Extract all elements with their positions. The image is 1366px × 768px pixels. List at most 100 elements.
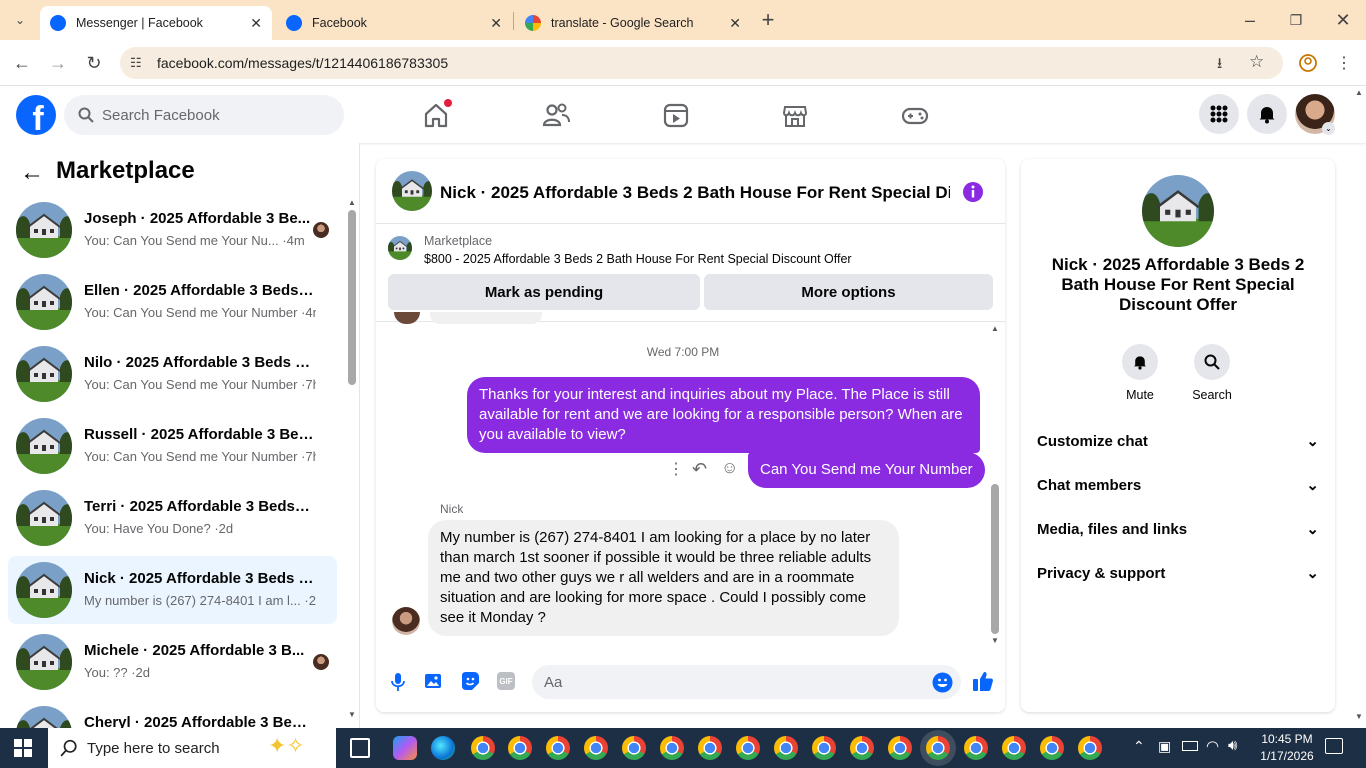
scroll-down-icon[interactable]: ▼	[991, 636, 999, 645]
chrome-icon[interactable]	[850, 736, 874, 760]
conversation-item[interactable]: Ellen · 2025 Affordable 3 Beds 2 ... You:…	[8, 268, 337, 336]
conversation-item[interactable]: Nick · 2025 Affordable 3 Beds 2 ... My nu…	[8, 556, 337, 624]
show-hidden-icons[interactable]: ⌃	[1133, 738, 1145, 755]
friends-icon[interactable]	[539, 98, 573, 132]
taskbar-search-box[interactable]: Type here to search ✦✧	[48, 728, 336, 768]
conversation-item[interactable]: Terri · 2025 Affordable 3 Beds 2 ... You:…	[8, 484, 337, 552]
search-circle[interactable]	[1194, 344, 1230, 380]
notification-center-icon[interactable]	[1325, 738, 1343, 754]
clock[interactable]: 10:45 PM 1/17/2026	[1256, 731, 1318, 765]
customize-chat-row[interactable]: Customize chat ⌄	[1037, 419, 1319, 463]
menu-grid-button[interactable]	[1199, 94, 1239, 134]
chrome-icon[interactable]	[660, 736, 684, 760]
mute-button[interactable]: Mute	[1120, 344, 1160, 402]
react-icon[interactable]: ☺	[721, 458, 738, 478]
chrome-icon[interactable]	[546, 736, 570, 760]
page-scrollbar[interactable]: ▲ ▼	[1352, 88, 1366, 728]
sticker-icon[interactable]	[460, 671, 480, 691]
bookmark-star-icon[interactable]: ☆	[1249, 52, 1264, 72]
new-tab-icon[interactable]: +	[756, 7, 780, 32]
scroll-up-icon[interactable]: ▲	[1355, 88, 1363, 97]
scroll-up-icon[interactable]: ▲	[348, 198, 356, 207]
emoji-icon[interactable]	[932, 672, 953, 693]
listing-thumbnail[interactable]	[388, 236, 412, 260]
video-icon[interactable]	[659, 98, 693, 132]
tab-google[interactable]: translate - Google Search ✕	[515, 6, 751, 40]
sender-avatar[interactable]	[392, 607, 420, 635]
volume-icon[interactable]: 🔊︎	[1228, 737, 1237, 754]
scroll-up-icon[interactable]: ▲	[991, 324, 999, 333]
profile-icon[interactable]	[1296, 51, 1320, 75]
url-text[interactable]: facebook.com/messages/t/1214406186783305	[157, 55, 448, 71]
chrome-icon[interactable]	[888, 736, 912, 760]
chat-scrollbar[interactable]: ▲ ▼	[989, 322, 1001, 649]
chrome-icon[interactable]	[964, 736, 988, 760]
chrome-icon[interactable]	[622, 736, 646, 760]
chrome-icon[interactable]	[471, 736, 495, 760]
tab-facebook[interactable]: Facebook ✕	[276, 6, 512, 40]
chrome-icon[interactable]	[736, 736, 760, 760]
conversation-scrollbar[interactable]: ▲ ▼	[347, 198, 357, 719]
incoming-message[interactable]: My number is (267) 274-8401 I am looking…	[428, 520, 899, 636]
omnibox[interactable]: ☷ facebook.com/messages/t/12144061867833…	[120, 47, 1283, 79]
mark-as-pending-button[interactable]: Mark as pending	[388, 274, 700, 310]
conversation-item[interactable]: Michele · 2025 Affordable 3 B... You: ?? …	[8, 628, 337, 696]
conversation-item[interactable]: Russell · 2025 Affordable 3 Beds... You: …	[8, 412, 337, 480]
meet-now-icon[interactable]: ▣	[1158, 738, 1171, 755]
message-more-icon[interactable]: ⋮	[668, 459, 684, 479]
chat-avatar[interactable]	[392, 171, 432, 211]
microphone-icon[interactable]	[390, 672, 406, 692]
account-chevron-icon[interactable]: ⌄	[1322, 122, 1335, 135]
scroll-down-icon[interactable]: ▼	[348, 710, 356, 719]
task-view-icon[interactable]	[350, 738, 370, 758]
conversation-item[interactable]: Nilo · 2025 Affordable 3 Beds 2 ... You: …	[8, 340, 337, 408]
minimize-icon[interactable]: –	[1238, 8, 1262, 32]
info-icon[interactable]	[962, 181, 984, 203]
chrome-icon[interactable]	[584, 736, 608, 760]
gaming-icon[interactable]	[898, 98, 932, 132]
chrome-icon[interactable]	[698, 736, 722, 760]
chrome-icon[interactable]	[926, 736, 950, 760]
facebook-search-input[interactable]: Search Facebook	[64, 95, 344, 135]
battery-icon[interactable]	[1182, 741, 1198, 751]
notifications-button[interactable]	[1247, 94, 1287, 134]
like-thumb-icon[interactable]	[972, 670, 994, 692]
chrome-icon[interactable]	[1078, 736, 1102, 760]
restore-icon[interactable]: ❐	[1284, 8, 1308, 32]
reply-icon[interactable]: ↶	[692, 459, 707, 480]
details-avatar[interactable]	[1142, 175, 1214, 247]
back-icon[interactable]: ←	[10, 51, 34, 75]
chrome-icon[interactable]	[1002, 736, 1026, 760]
tab-list-icon[interactable]: ⌄	[8, 8, 32, 32]
scrollbar-thumb[interactable]	[348, 210, 356, 385]
privacy-support-row[interactable]: Privacy & support ⌄	[1037, 551, 1319, 595]
scrollbar-thumb[interactable]	[991, 484, 999, 634]
close-tab-icon[interactable]: ✕	[729, 15, 741, 32]
facebook-logo[interactable]: f	[16, 95, 56, 135]
tab-messenger[interactable]: Messenger | Facebook ✕	[40, 6, 272, 40]
chat-title[interactable]: Nick · 2025 Affordable 3 Beds 2 Bath Hou…	[440, 183, 950, 203]
more-options-button[interactable]: More options	[704, 274, 993, 310]
outgoing-message[interactable]: Can You Send me Your Number	[748, 452, 985, 488]
copilot-icon[interactable]	[393, 736, 417, 760]
forward-icon[interactable]: →	[46, 51, 70, 75]
search-conversation-button[interactable]: Search	[1190, 344, 1234, 402]
wifi-icon[interactable]: ◠	[1206, 737, 1219, 755]
reload-icon[interactable]: ↻	[82, 51, 106, 75]
browser-menu-icon[interactable]: ⋮	[1332, 51, 1356, 75]
gif-icon[interactable]: GIF	[497, 672, 515, 690]
outgoing-message[interactable]: Thanks for your interest and inquiries a…	[467, 377, 980, 453]
close-tab-icon[interactable]: ✕	[490, 15, 502, 32]
chrome-icon[interactable]	[1040, 736, 1064, 760]
home-icon[interactable]	[419, 98, 453, 132]
scroll-down-icon[interactable]: ▼	[1355, 712, 1363, 721]
windows-start-icon[interactable]	[14, 739, 32, 757]
close-tab-icon[interactable]: ✕	[250, 15, 262, 32]
media-files-links-row[interactable]: Media, files and links ⌄	[1037, 507, 1319, 551]
listing-title[interactable]: $800 - 2025 Affordable 3 Beds 2 Bath Hou…	[424, 252, 852, 266]
chat-members-row[interactable]: Chat members ⌄	[1037, 463, 1319, 507]
back-arrow-icon[interactable]: ←	[20, 159, 44, 187]
edge-icon[interactable]	[431, 736, 455, 760]
close-window-icon[interactable]: ✕	[1331, 8, 1355, 32]
message-input[interactable]: Aa	[532, 665, 961, 699]
